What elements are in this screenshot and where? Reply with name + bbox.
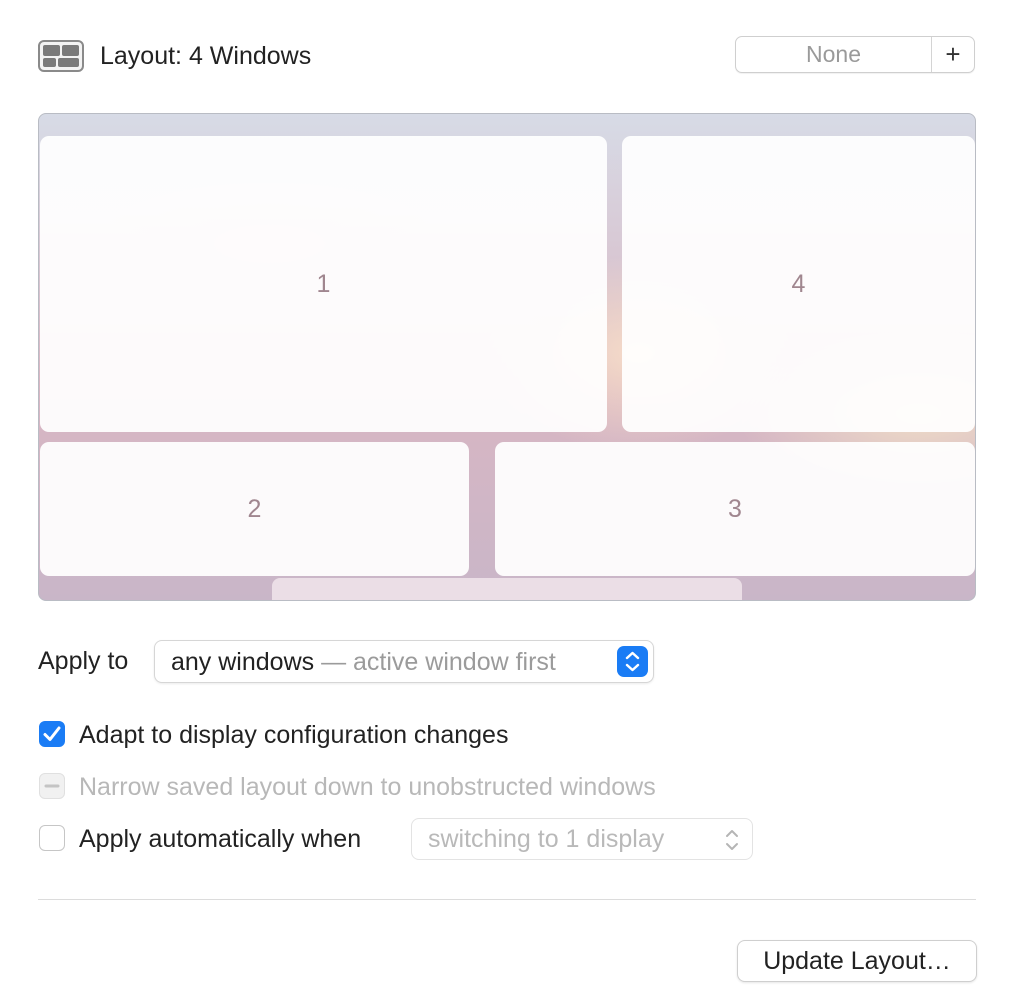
layout-preview: 1 4 2 3 bbox=[38, 113, 976, 601]
dock-area bbox=[272, 578, 742, 600]
narrow-label: Narrow saved layout down to unobstructed… bbox=[79, 773, 656, 801]
adapt-label[interactable]: Adapt to display configuration changes bbox=[79, 719, 508, 751]
zone-label: 1 bbox=[316, 269, 331, 298]
zone-label: 4 bbox=[791, 269, 806, 298]
adapt-checkbox[interactable] bbox=[39, 721, 65, 747]
narrow-checkbox[interactable] bbox=[39, 773, 65, 799]
zone-label: 3 bbox=[728, 494, 742, 523]
add-shortcut-button[interactable]: + bbox=[931, 37, 974, 72]
auto-apply-label[interactable]: Apply automatically when bbox=[79, 823, 361, 855]
dash-icon bbox=[44, 784, 60, 788]
checkmark-icon bbox=[43, 726, 61, 741]
shortcut-recorder[interactable]: None + bbox=[735, 36, 975, 73]
up-down-chevron-icon[interactable] bbox=[617, 646, 648, 677]
display-trigger-popup[interactable]: switching to 1 display bbox=[411, 818, 753, 860]
zone-4[interactable]: 4 bbox=[622, 136, 975, 432]
grid-layout-icon bbox=[38, 40, 84, 72]
apply-to-value: any windows bbox=[171, 648, 315, 676]
zone-1[interactable]: 1 bbox=[40, 136, 607, 432]
zone-label: 2 bbox=[247, 494, 262, 523]
apply-to-popup[interactable]: any windows — active window first bbox=[154, 640, 654, 683]
display-trigger-value: switching to 1 display bbox=[428, 825, 665, 853]
layout-title: Layout: 4 Windows bbox=[100, 42, 312, 70]
apply-to-subvalue: — active window first bbox=[314, 648, 556, 676]
apply-to-label: Apply to bbox=[38, 647, 129, 675]
shortcut-field[interactable]: None bbox=[736, 37, 931, 72]
update-layout-button[interactable]: Update Layout… bbox=[737, 940, 977, 982]
auto-apply-checkbox[interactable] bbox=[39, 825, 65, 851]
zone-3[interactable]: 3 bbox=[495, 442, 975, 576]
up-down-chevron-icon bbox=[724, 827, 740, 853]
divider bbox=[38, 899, 976, 900]
zone-2[interactable]: 2 bbox=[40, 442, 469, 576]
